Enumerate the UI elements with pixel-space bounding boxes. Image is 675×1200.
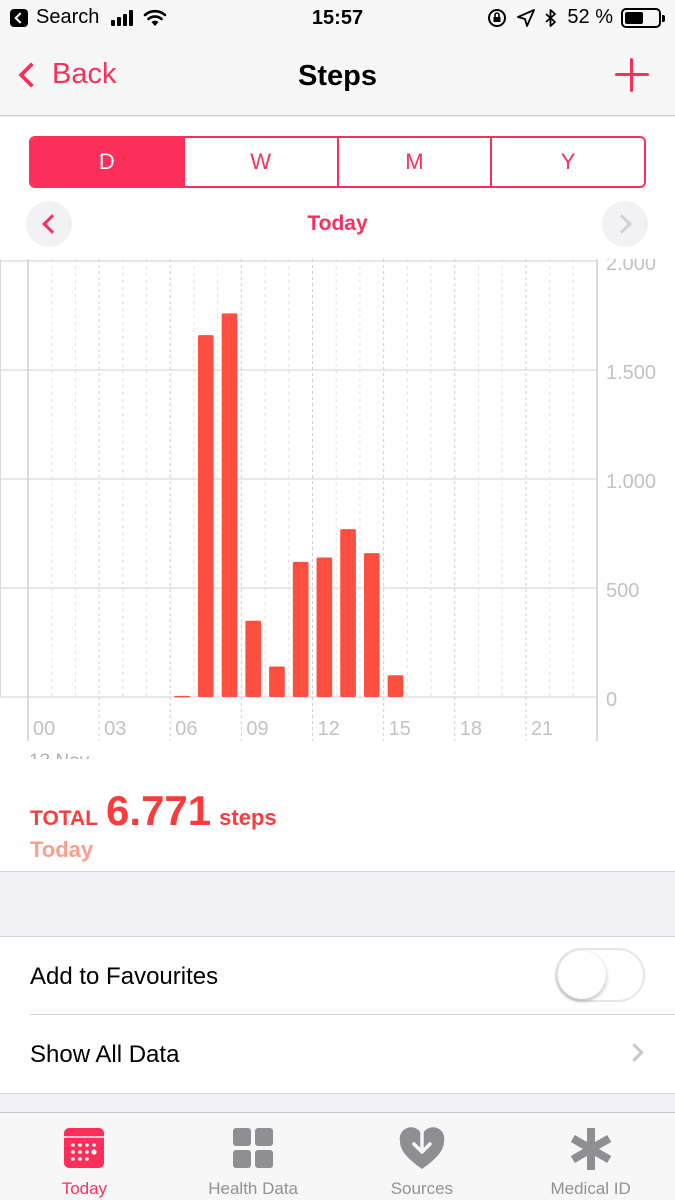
bar-hour-11	[292, 561, 309, 697]
segment-day[interactable]: D	[31, 138, 185, 186]
add-to-favourites-label: Add to Favourites	[30, 963, 219, 990]
total-summary: TOTAL 6.771 steps Today	[30, 787, 277, 863]
page-title: Steps	[298, 60, 377, 92]
bar-hour-13	[340, 529, 356, 697]
grid-icon	[233, 1128, 274, 1168]
bar-hour-10	[269, 666, 285, 697]
tab-sources-label: Sources	[390, 1179, 454, 1198]
period-selector: D W M Y	[29, 136, 646, 188]
x-tick-label: 00	[33, 718, 55, 740]
next-day-button[interactable]	[602, 201, 648, 247]
bar-hour-06	[174, 695, 190, 698]
tab-sources[interactable]: Sources	[338, 1113, 507, 1200]
x-tick-label: 12	[318, 718, 340, 740]
tab-medical-id[interactable]: Medical ID	[506, 1113, 675, 1200]
steps-detail: D W M Y Today 2.000 1.500 1.000 500 0 00 03 06 0…	[0, 117, 675, 872]
asterisk-icon	[570, 1128, 611, 1170]
tab-bar: Today Health Data Sources Medical ID	[0, 1112, 675, 1200]
total-unit: steps	[219, 805, 277, 830]
x-tick-label: 15	[389, 718, 411, 740]
x-tick-label: 06	[175, 718, 197, 740]
x-tick-label: 18	[460, 718, 482, 740]
x-tick-label: 21	[531, 718, 553, 740]
favourites-toggle[interactable]	[555, 948, 645, 1002]
tab-medical-id-label: Medical ID	[550, 1179, 631, 1198]
segment-week[interactable]: W	[184, 138, 339, 186]
bar-hour-14	[363, 553, 380, 697]
chevron-right-icon	[625, 1043, 644, 1062]
chevron-right-icon	[612, 214, 632, 234]
tab-health-data[interactable]: Health Data	[169, 1113, 338, 1200]
y-tick-label: 1.500	[606, 362, 656, 384]
total-period: Today	[30, 837, 94, 862]
battery-icon	[621, 7, 665, 28]
show-all-data-label: Show All Data	[30, 1041, 180, 1068]
segment-month[interactable]: M	[338, 138, 493, 186]
x-tick-label: 09	[246, 718, 268, 740]
y-tick-label: 2.000	[606, 259, 656, 275]
bar-hour-07	[197, 335, 214, 697]
steps-bar-chart[interactable]: 2.0001.5001.0005000000306091215182113 No…	[0, 259, 675, 759]
bar-hour-12	[316, 557, 333, 697]
options-list: Add to Favourites Show All Data	[0, 936, 675, 1094]
calendar-icon	[64, 1128, 105, 1168]
total-label: TOTAL	[30, 807, 99, 830]
tab-health-data-label: Health Data	[208, 1179, 299, 1198]
show-all-data-row[interactable]: Show All Data	[30, 1015, 675, 1093]
tab-today-label: Today	[61, 1179, 108, 1198]
bar-hour-08	[221, 313, 238, 697]
tab-today[interactable]: Today	[0, 1113, 169, 1200]
total-value: 6.771	[106, 787, 212, 834]
y-tick-label: 1.000	[606, 471, 656, 493]
date-label: Today	[307, 212, 368, 235]
add-data-button[interactable]	[615, 58, 649, 92]
sources-heart-icon	[399, 1127, 445, 1169]
location-icon	[517, 8, 536, 27]
date-navigator: Today	[0, 199, 675, 249]
date-caption: 13 Nov	[29, 751, 90, 759]
bar-hour-09	[245, 620, 262, 697]
x-tick-label: 03	[104, 718, 126, 740]
y-tick-label: 500	[606, 580, 639, 602]
add-to-favourites-row: Add to Favourites	[30, 937, 675, 1015]
segment-year[interactable]: Y	[492, 138, 644, 186]
bluetooth-icon	[545, 8, 557, 27]
bar-hour-15	[387, 675, 404, 697]
status-bar: Search 15:57 52 %	[0, 0, 675, 38]
orientation-lock-icon	[488, 8, 507, 27]
y-tick-label: 0	[606, 689, 617, 711]
toggle-knob	[558, 951, 606, 999]
battery-percent: 52 %	[567, 6, 613, 28]
navigation-bar: Back Steps	[0, 38, 675, 116]
